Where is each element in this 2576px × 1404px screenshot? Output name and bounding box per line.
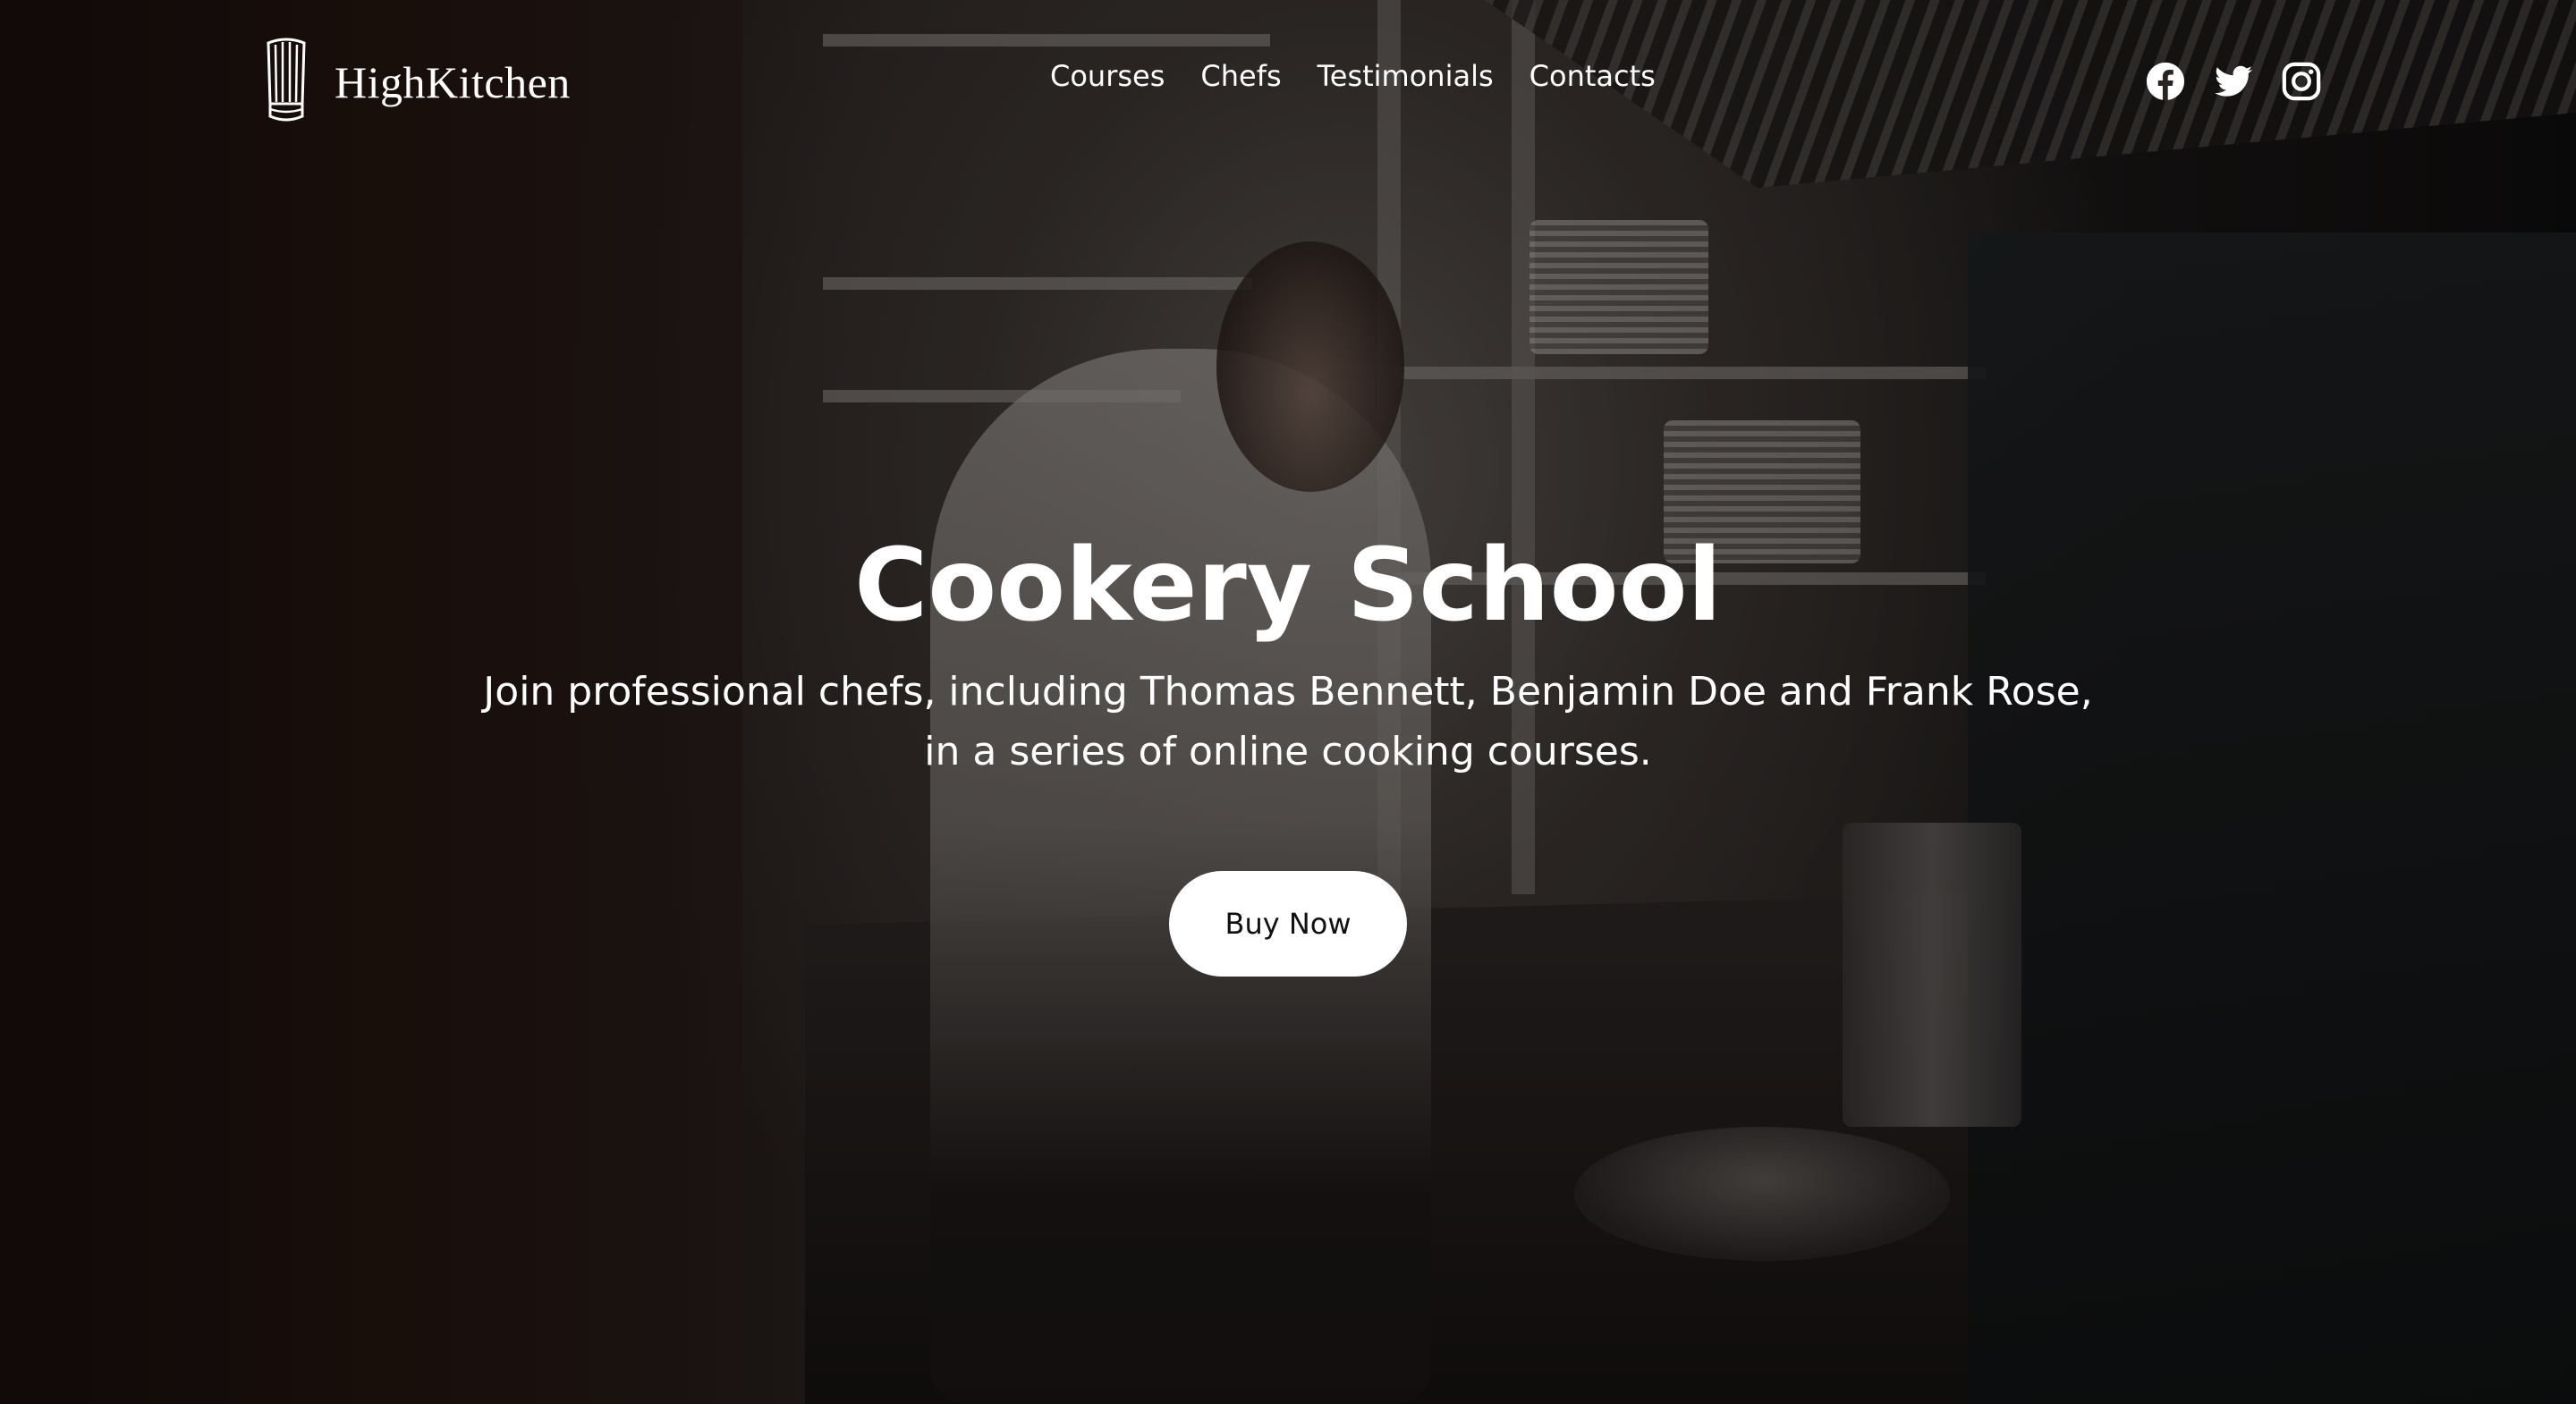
chef-hat-icon — [267, 38, 306, 122]
main-navigation: Courses Chefs Testimonials Contacts — [1050, 59, 1656, 93]
instagram-link[interactable] — [2281, 61, 2322, 102]
facebook-icon — [2146, 62, 2185, 101]
hero-title: Cookery School — [854, 528, 1722, 644]
hero-subtitle: Join professional chefs, including Thoma… — [0, 662, 2576, 782]
nav-item-contacts: Contacts — [1530, 59, 1656, 93]
nav-link-contacts[interactable]: Contacts — [1530, 59, 1656, 93]
hero-subtitle-line-2: in a series of online cooking courses. — [924, 729, 1652, 774]
brand-logo-link[interactable]: HighKitchen — [263, 38, 571, 123]
hero-subtitle-line-1: Join professional chefs, including Thoma… — [483, 669, 2093, 715]
navbar: HighKitchen Courses Chefs Testimonials C… — [0, 0, 2576, 165]
hero-section: Cookery School Join professional chefs, … — [0, 528, 2576, 977]
brand-name: HighKitchen — [335, 57, 571, 107]
nav-item-courses: Courses — [1050, 59, 1165, 93]
instagram-icon — [2282, 62, 2321, 101]
facebook-link[interactable] — [2145, 61, 2186, 102]
nav-link-testimonials[interactable]: Testimonials — [1318, 59, 1494, 93]
social-links — [2145, 61, 2322, 102]
buy-now-button[interactable]: Buy Now — [1169, 871, 1407, 977]
twitter-icon — [2215, 65, 2253, 97]
nav-link-courses[interactable]: Courses — [1050, 59, 1165, 93]
nav-item-chefs: Chefs — [1200, 59, 1281, 93]
nav-item-testimonials: Testimonials — [1318, 59, 1494, 93]
twitter-link[interactable] — [2213, 61, 2254, 102]
nav-link-chefs[interactable]: Chefs — [1200, 59, 1281, 93]
